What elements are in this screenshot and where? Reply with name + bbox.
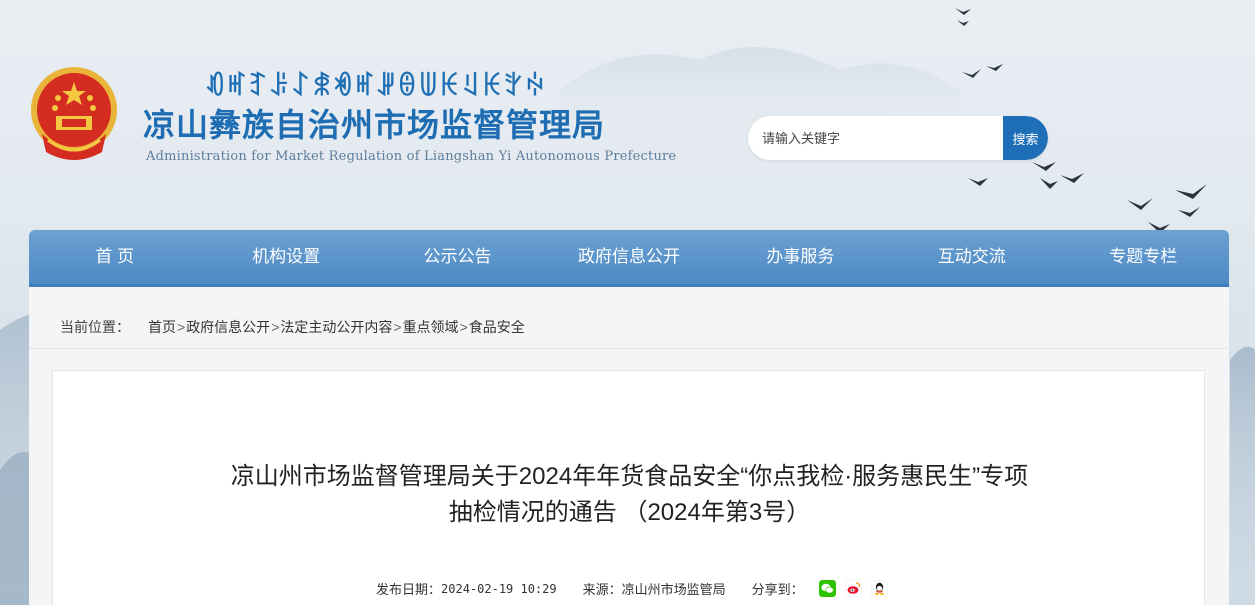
site-title: 凉山彝族自治州市场监督管理局 xyxy=(143,106,606,144)
publish-date-label: 发布日期： xyxy=(376,582,442,597)
site-subtitle-english: Administration for Market Regulation of … xyxy=(146,149,677,164)
share-label: 分享到： xyxy=(751,582,804,597)
breadcrumb-item-statutory-disclosure[interactable]: 法定主动公开内容 xyxy=(280,317,392,337)
breadcrumb-item-home[interactable]: 首页 xyxy=(148,317,176,337)
nav-item-announcements[interactable]: 公示公告 xyxy=(372,230,543,286)
breadcrumb-divider xyxy=(29,348,1229,349)
breadcrumb-separator: > xyxy=(393,319,402,335)
nav-item-special-topics[interactable]: 专题专栏 xyxy=(1058,230,1229,286)
search-input[interactable] xyxy=(748,116,1003,160)
breadcrumb-separator: > xyxy=(459,319,468,335)
content-area: 当前位置： 首页 > 政府信息公开 > 法定主动公开内容 > 重点领域 > 食品… xyxy=(29,287,1229,605)
breadcrumb-separator: > xyxy=(271,319,280,335)
breadcrumb-item-gov-info[interactable]: 政府信息公开 xyxy=(186,317,270,337)
source-value: 凉山州市场监管局 xyxy=(621,582,726,597)
breadcrumb-label: 当前位置： xyxy=(60,319,130,335)
article-title: 凉山州市场监督管理局关于2024年年货食品安全“你点我检·服务惠民生”专项 抽检… xyxy=(53,459,1206,531)
source-label: 来源： xyxy=(582,582,622,597)
article-title-line-1: 凉山州市场监督管理局关于2024年年货食品安全“你点我检·服务惠民生”专项 xyxy=(230,463,1029,490)
wechat-icon[interactable] xyxy=(818,580,836,597)
publish-date-value: 2024-02-19 10:29 xyxy=(441,581,557,596)
article-title-line-2: 抽检情况的通告 （2024年第3号） xyxy=(448,499,811,526)
main-nav: 首 页 机构设置 公示公告 政府信息公开 办事服务 互动交流 专题专栏 xyxy=(29,230,1229,286)
qq-icon[interactable] xyxy=(870,580,888,597)
article-meta: 发布日期： 2024-02-19 10:29 来源： 凉山州市场监管局 分享到： xyxy=(376,579,888,598)
breadcrumb-item-food-safety[interactable]: 食品安全 xyxy=(469,317,525,337)
nav-item-gov-info-disclosure[interactable]: 政府信息公开 xyxy=(543,230,714,286)
breadcrumb-item-key-areas[interactable]: 重点领域 xyxy=(403,317,459,337)
nav-item-services[interactable]: 办事服务 xyxy=(715,230,886,286)
national-emblem-icon xyxy=(31,67,117,160)
nav-item-interaction[interactable]: 互动交流 xyxy=(886,230,1057,286)
article-panel: 凉山州市场监督管理局关于2024年年货食品安全“你点我检·服务惠民生”专项 抽检… xyxy=(52,370,1205,605)
nav-item-organization[interactable]: 机构设置 xyxy=(200,230,371,286)
weibo-icon[interactable] xyxy=(844,580,862,597)
yi-language-title: ꀒꎭꆈꌠꋍꍣꏓꎭꎼꎔꅐꀘꆹꀘꇬꏢ xyxy=(205,72,546,102)
search-button[interactable]: 搜索 xyxy=(1003,116,1048,160)
breadcrumb: 当前位置： 首页 > 政府信息公开 > 法定主动公开内容 > 重点领域 > 食品… xyxy=(60,317,525,337)
search-box: 搜索 xyxy=(748,116,1048,160)
nav-item-home[interactable]: 首 页 xyxy=(29,230,200,286)
breadcrumb-separator: > xyxy=(177,319,186,335)
